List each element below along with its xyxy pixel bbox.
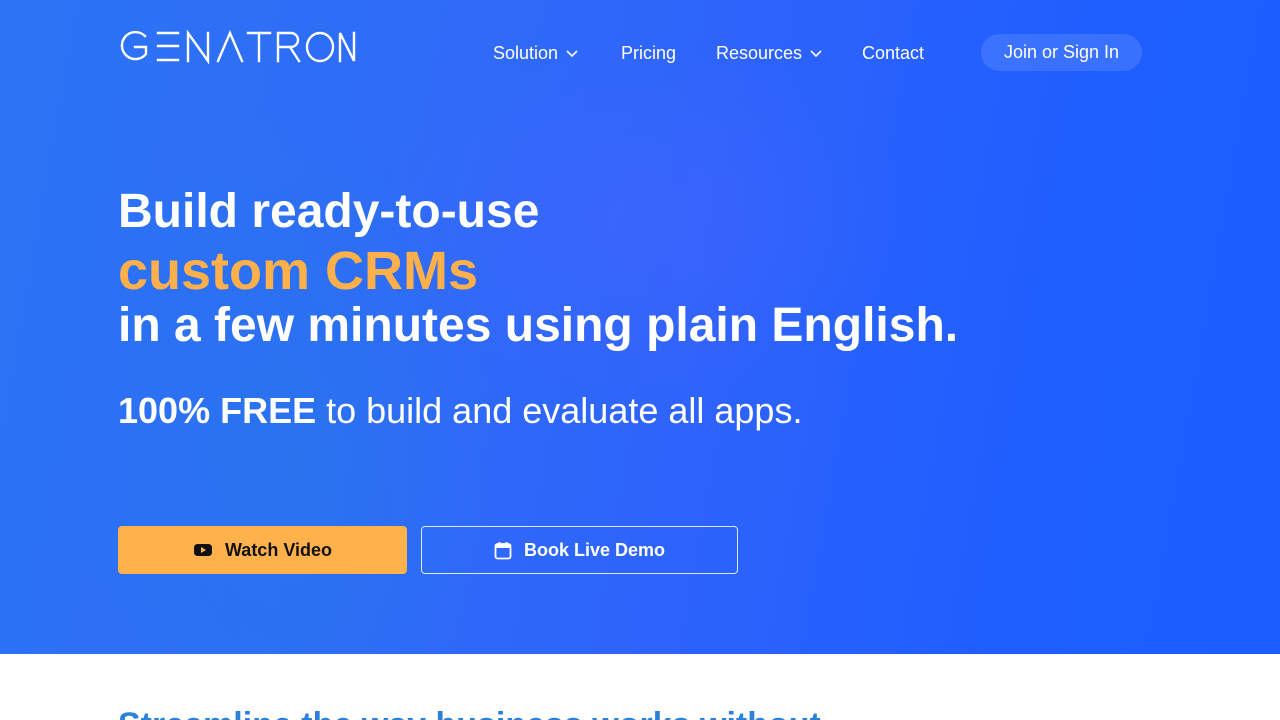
join-signin-button[interactable]: Join or Sign In [981, 34, 1142, 71]
nav-resources[interactable]: Resources [716, 38, 823, 68]
watch-video-label: Watch Video [224, 539, 332, 560]
page: Solution Pricing Resources Contact Join … [0, 0, 1280, 720]
hero-headline-highlight: custom CRMs [118, 241, 479, 301]
hero-section: Solution Pricing Resources Contact Join … [0, 0, 1280, 654]
watch-video-button[interactable]: Watch Video [118, 526, 407, 574]
chevron-down-icon [810, 50, 822, 58]
nav-solution[interactable]: Solution [493, 38, 579, 68]
nav-solution-label: Solution [493, 42, 559, 63]
brand-logo[interactable] [118, 29, 358, 65]
hero-headline-line1: Build ready-to-use [118, 185, 540, 238]
calendar-icon [494, 541, 512, 559]
book-live-demo-button[interactable]: Book Live Demo [421, 526, 738, 574]
hero-headline-line3: in a few minutes using plain English. [118, 299, 959, 352]
hero-subheadline: 100% FREE to build and evaluate all apps… [118, 393, 802, 429]
book-live-demo-label: Book Live Demo [523, 539, 666, 560]
nav-resources-label: Resources [716, 42, 803, 63]
nav-contact[interactable]: Contact [862, 38, 924, 68]
nav-pricing[interactable]: Pricing [621, 38, 676, 68]
nav-contact-label: Contact [862, 42, 925, 63]
nav-pricing-label: Pricing [621, 42, 677, 63]
section-heading-partial: Streamline the way business works withou… [118, 708, 821, 720]
hero-sub-rest: to build and evaluate all apps. [316, 390, 803, 431]
youtube-play-icon [193, 544, 212, 556]
hero-sub-free: 100% FREE [118, 390, 317, 431]
chevron-down-icon [566, 50, 578, 58]
